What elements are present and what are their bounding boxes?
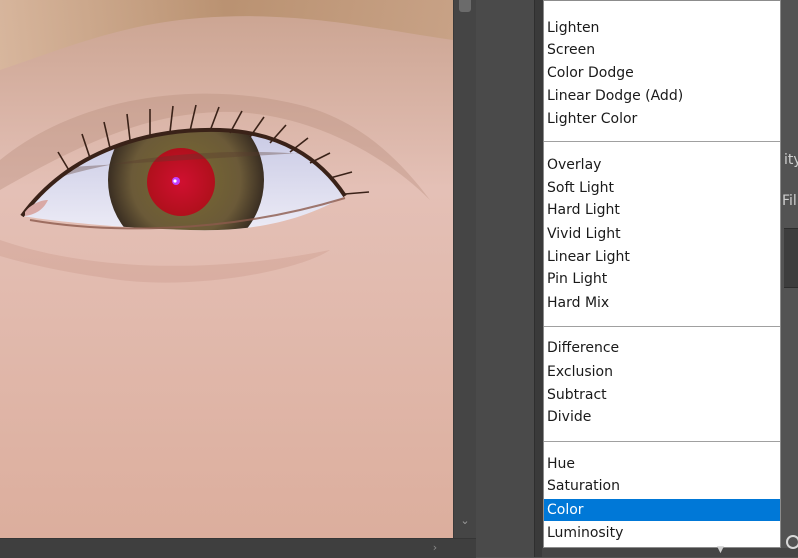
- layers-panel-footer: [542, 548, 798, 557]
- blend-mode-subtract[interactable]: Subtract: [544, 384, 780, 406]
- blend-mode-difference[interactable]: Difference: [544, 337, 780, 359]
- blend-mode-pin-light[interactable]: Pin Light: [544, 268, 780, 290]
- panel-divider: [534, 0, 543, 557]
- menu-separator: [544, 441, 780, 442]
- horizontal-scrollbar[interactable]: ›: [0, 538, 476, 558]
- vertical-scrollbar[interactable]: ⌄: [453, 0, 477, 538]
- blend-mode-divide[interactable]: Divide: [544, 406, 780, 428]
- blend-mode-color-dodge[interactable]: Color Dodge: [544, 62, 780, 84]
- blend-mode-vivid-light[interactable]: Vivid Light: [544, 223, 780, 245]
- vertical-scroll-thumb[interactable]: [459, 0, 471, 12]
- blend-mode-lighten[interactable]: Lighten: [544, 17, 780, 39]
- fill-label: Fill: [782, 193, 798, 209]
- chevron-down-icon[interactable]: ⌄: [458, 514, 472, 528]
- blend-mode-soft-light[interactable]: Soft Light: [544, 177, 780, 199]
- blend-mode-hard-mix[interactable]: Hard Mix: [544, 292, 780, 314]
- blend-mode-saturation[interactable]: Saturation: [544, 475, 780, 497]
- blend-mode-linear-light[interactable]: Linear Light: [544, 246, 780, 268]
- blend-mode-linear-dodge[interactable]: Linear Dodge (Add): [544, 85, 780, 107]
- blend-mode-luminosity[interactable]: Luminosity: [544, 522, 780, 544]
- blend-mode-screen[interactable]: Screen: [544, 39, 780, 61]
- panel-gutter: [476, 0, 534, 557]
- blend-mode-exclusion[interactable]: Exclusion: [544, 361, 780, 383]
- menu-separator: [544, 326, 780, 327]
- caret-down-icon[interactable]: ▼: [717, 545, 724, 555]
- blend-mode-dropdown-menu[interactable]: Lighten Screen Color Dodge Linear Dodge …: [543, 0, 781, 548]
- blend-mode-overlay[interactable]: Overlay: [544, 154, 780, 176]
- blend-mode-hard-light[interactable]: Hard Light: [544, 199, 780, 221]
- document-canvas[interactable]: [0, 0, 453, 538]
- blend-mode-hue[interactable]: Hue: [544, 453, 780, 475]
- blend-mode-color[interactable]: Color: [544, 499, 780, 521]
- layer-thumbnail-strip: [784, 228, 798, 288]
- eye-photo: [0, 0, 453, 538]
- chevron-right-icon[interactable]: ›: [428, 541, 442, 555]
- menu-separator: [544, 141, 780, 142]
- blend-mode-lighter-color[interactable]: Lighter Color: [544, 108, 780, 130]
- opacity-label: ity: [784, 152, 798, 168]
- circle-icon[interactable]: [786, 535, 798, 549]
